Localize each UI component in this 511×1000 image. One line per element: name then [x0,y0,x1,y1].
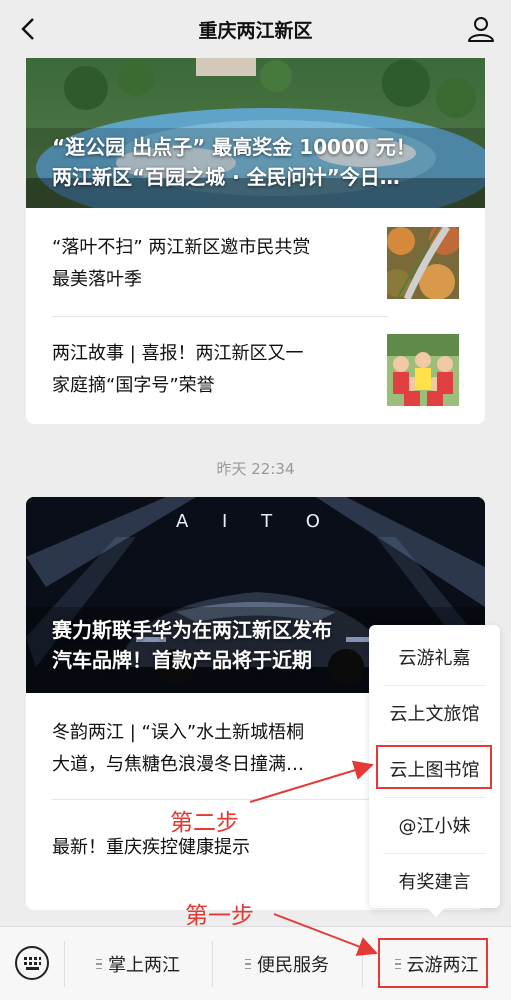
hero-headline-line2: 两江新区“百园之城 · 全民问计”今日… [52,165,400,189]
list-item-title-line2: 大道，与焦糖色浪漫冬日撞满… [52,754,304,775]
submenu-icon [96,959,102,969]
list-item-title-line2: 家庭摘“国字号”荣誉 [52,375,215,396]
tab-label: 掌上两江 [108,955,180,976]
autumn-road-thumbnail [387,227,459,299]
menu-item-yunyou-lijia[interactable]: 云游礼嘉 [369,629,500,685]
annotation-step2-label: 第二步 [170,810,239,836]
list-item-title: 冬韵两江 | “误入”水土新城梧桐 大道，与焦糖色浪漫冬日撞满… [52,717,374,781]
list-item-title-line1: 两江故事 | 喜报！两江新区又一 [52,343,304,364]
aito-logo: A I T O [176,511,334,532]
keyboard-icon[interactable] [14,945,50,981]
list-item[interactable]: 两江故事 | 喜报！两江新区又一 家庭摘“国字号”荣誉 [26,317,485,423]
submenu-icon [245,959,251,969]
list-item-title-line2: 最美落叶季 [52,269,142,290]
message-timestamp: 昨天 22:34 [216,460,295,478]
hero-article[interactable]: “逛公园 出点子” 最高奖金 10000 元！ 两江新区“百园之城 · 全民问计… [26,58,485,208]
hero-headline: “逛公园 出点子” 最高奖金 10000 元！ 两江新区“百园之城 · 全民问计… [52,132,465,192]
family-group-thumbnail [387,334,459,406]
annotation-highlight-library [376,745,492,789]
annotation-step1-label: 第一步 [185,903,254,929]
tab-zhangshang-liangjiang[interactable]: 掌上两江 [64,927,212,1000]
list-item-title: 两江故事 | 喜报！两江新区又一 家庭摘“国字号”荣誉 [52,338,374,402]
list-item-title-line1: 冬韵两江 | “误入”水土新城梧桐 [52,722,305,743]
back-arrow-icon[interactable] [14,14,44,44]
menu-item-cloud-culture-hall[interactable]: 云上文旅馆 [369,685,500,741]
tab-bianmin-fuwu[interactable]: 便民服务 [212,927,362,1000]
list-item-title-line1: “落叶不扫” 两江新区邀市民共赏 [52,237,311,258]
hero-headline-line1: “逛公园 出点子” 最高奖金 10000 元！ [52,135,416,159]
menu-item-jiang-xiaomei[interactable]: @江小妹 [369,797,500,853]
list-item[interactable]: “落叶不扫” 两江新区邀市民共赏 最美落叶季 [26,210,485,316]
annotation-highlight-tab [378,938,488,988]
user-profile-icon[interactable] [465,13,497,45]
article-card: “逛公园 出点子” 最高奖金 10000 元！ 两江新区“百园之城 · 全民问计… [26,58,485,424]
top-nav-bar: 重庆两江新区 [0,0,511,58]
tab-label: 便民服务 [257,955,329,976]
menu-item-suggestion-reward[interactable]: 有奖建言 [369,853,500,909]
list-item-title: “落叶不扫” 两江新区邀市民共赏 最美落叶季 [52,232,374,296]
page-title: 重庆两江新区 [198,19,313,42]
